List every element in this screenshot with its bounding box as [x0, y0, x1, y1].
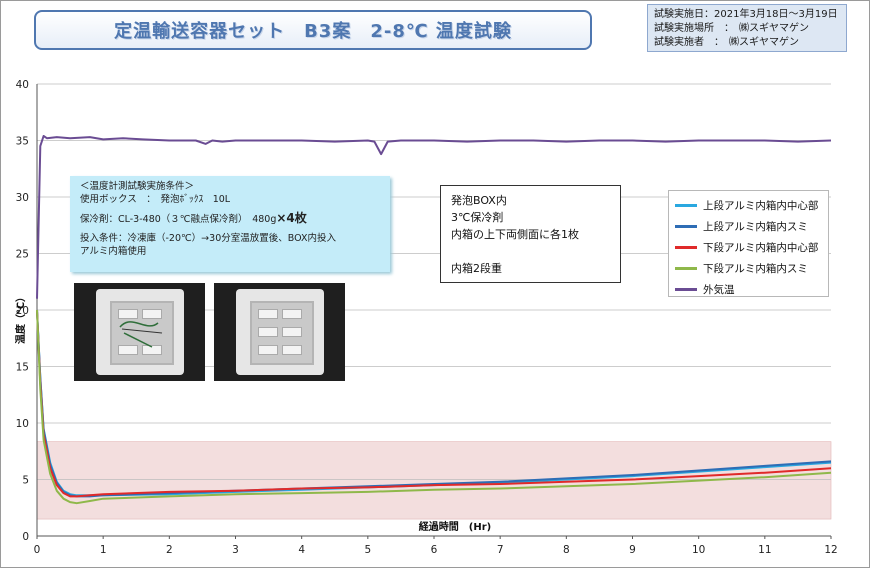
- x-tick-label: 11: [758, 544, 771, 556]
- legend: 上段アルミ内箱内中心部 上段アルミ内箱内スミ 下段アルミ内箱内中心部 下段アルミ…: [668, 190, 829, 297]
- y-tick-label: 10: [16, 418, 29, 430]
- x-tick-label: 6: [431, 544, 438, 556]
- legend-label-3: 下段アルミ内箱内中心部: [703, 242, 819, 254]
- legend-swatch-1: [675, 204, 697, 207]
- conditions-box-type: 使用ボックス ： 発泡ﾎﾞｯｸｽ 10L: [80, 194, 231, 205]
- y-tick-label: 15: [16, 362, 29, 374]
- y-axis-label: 温度（℃）: [14, 292, 27, 344]
- title-banner: 定温輸送容器セット B3案 2-8℃ 温度試験: [34, 10, 592, 50]
- x-axis-label: 経過時間 (Hr): [419, 520, 491, 533]
- conditions-input-1: 投入条件：冷凍庫（-20℃）→30分室温放置後、BOX内投入: [80, 233, 336, 244]
- x-tick-label: 7: [497, 544, 504, 556]
- conditions-coolant: 保冷剤：CL-3-480（３℃融点保冷剤） 480g×4枚: [80, 212, 380, 226]
- x-tick-label: 12: [824, 544, 837, 556]
- legend-swatch-5: [675, 288, 697, 291]
- legend-label-4: 下段アルミ内箱内スミ: [703, 263, 808, 275]
- y-tick-label: 35: [16, 136, 29, 148]
- legend-swatch-2: [675, 225, 697, 228]
- y-tick-label: 30: [16, 192, 29, 204]
- chart-title: 定温輸送容器セット B3案 2-8℃ 温度試験: [114, 21, 512, 42]
- legend-item-3: 下段アルミ内箱内中心部: [675, 237, 828, 258]
- x-tick-label: 3: [232, 544, 239, 556]
- x-tick-label: 10: [692, 544, 705, 556]
- note-line-1: 発泡BOX内: [451, 194, 507, 207]
- x-tick-label: 9: [629, 544, 636, 556]
- x-tick-label: 5: [364, 544, 371, 556]
- legend-label-1: 上段アルミ内箱内中心部: [703, 200, 819, 212]
- x-tick-label: 4: [298, 544, 305, 556]
- y-tick-label: 0: [22, 531, 29, 543]
- y-tick-label: 25: [16, 249, 29, 261]
- conditions-box: ＜温度計測試験実施条件＞ 使用ボックス ： 発泡ﾎﾞｯｸｽ 10L 保冷剤：CL…: [70, 176, 390, 272]
- conditions-heading: ＜温度計測試験実施条件＞: [80, 181, 195, 192]
- x-tick-label: 2: [166, 544, 173, 556]
- coolant-qty: ×4枚: [276, 211, 307, 225]
- legend-swatch-4: [675, 267, 697, 270]
- box-photo-1: [74, 283, 205, 381]
- legend-swatch-3: [675, 246, 697, 249]
- test-place: 試験実施場所 ： ㈱スギヤマゲン: [654, 23, 809, 34]
- box-photo-2: [214, 283, 345, 381]
- test-info-box: 試験実施日：2021年3月18日～3月19日 試験実施場所 ： ㈱スギヤマゲン …: [647, 4, 847, 52]
- coolant-text: 保冷剤：CL-3-480（３℃融点保冷剤） 480g: [80, 214, 277, 225]
- legend-item-4: 下段アルミ内箱内スミ: [675, 258, 828, 279]
- note-box: 発泡BOX内 3℃保冷剤 内箱の上下両側面に各1枚 内箱2段重: [440, 185, 621, 283]
- note-line-2: 3℃保冷剤: [451, 211, 504, 224]
- y-tick-label: 5: [22, 475, 29, 487]
- legend-item-2: 上段アルミ内箱内スミ: [675, 216, 828, 237]
- test-person: 試験実施者 ： ㈱スギヤマゲン: [654, 37, 799, 48]
- x-tick-label: 1: [100, 544, 107, 556]
- legend-item-5: 外気温: [675, 279, 828, 300]
- legend-item-1: 上段アルミ内箱内中心部: [675, 195, 828, 216]
- note-line-3: 内箱の上下両側面に各1枚: [451, 228, 579, 241]
- legend-label-2: 上段アルミ内箱内スミ: [703, 221, 808, 233]
- y-tick-label: 40: [16, 79, 29, 91]
- legend-label-5: 外気温: [703, 284, 735, 296]
- x-tick-label: 8: [563, 544, 570, 556]
- note-line-4: 内箱2段重: [451, 262, 502, 275]
- x-tick-label: 0: [34, 544, 41, 556]
- test-date: 試験実施日：2021年3月18日～3月19日: [654, 9, 838, 20]
- conditions-input-2: アルミ内箱使用: [80, 246, 147, 257]
